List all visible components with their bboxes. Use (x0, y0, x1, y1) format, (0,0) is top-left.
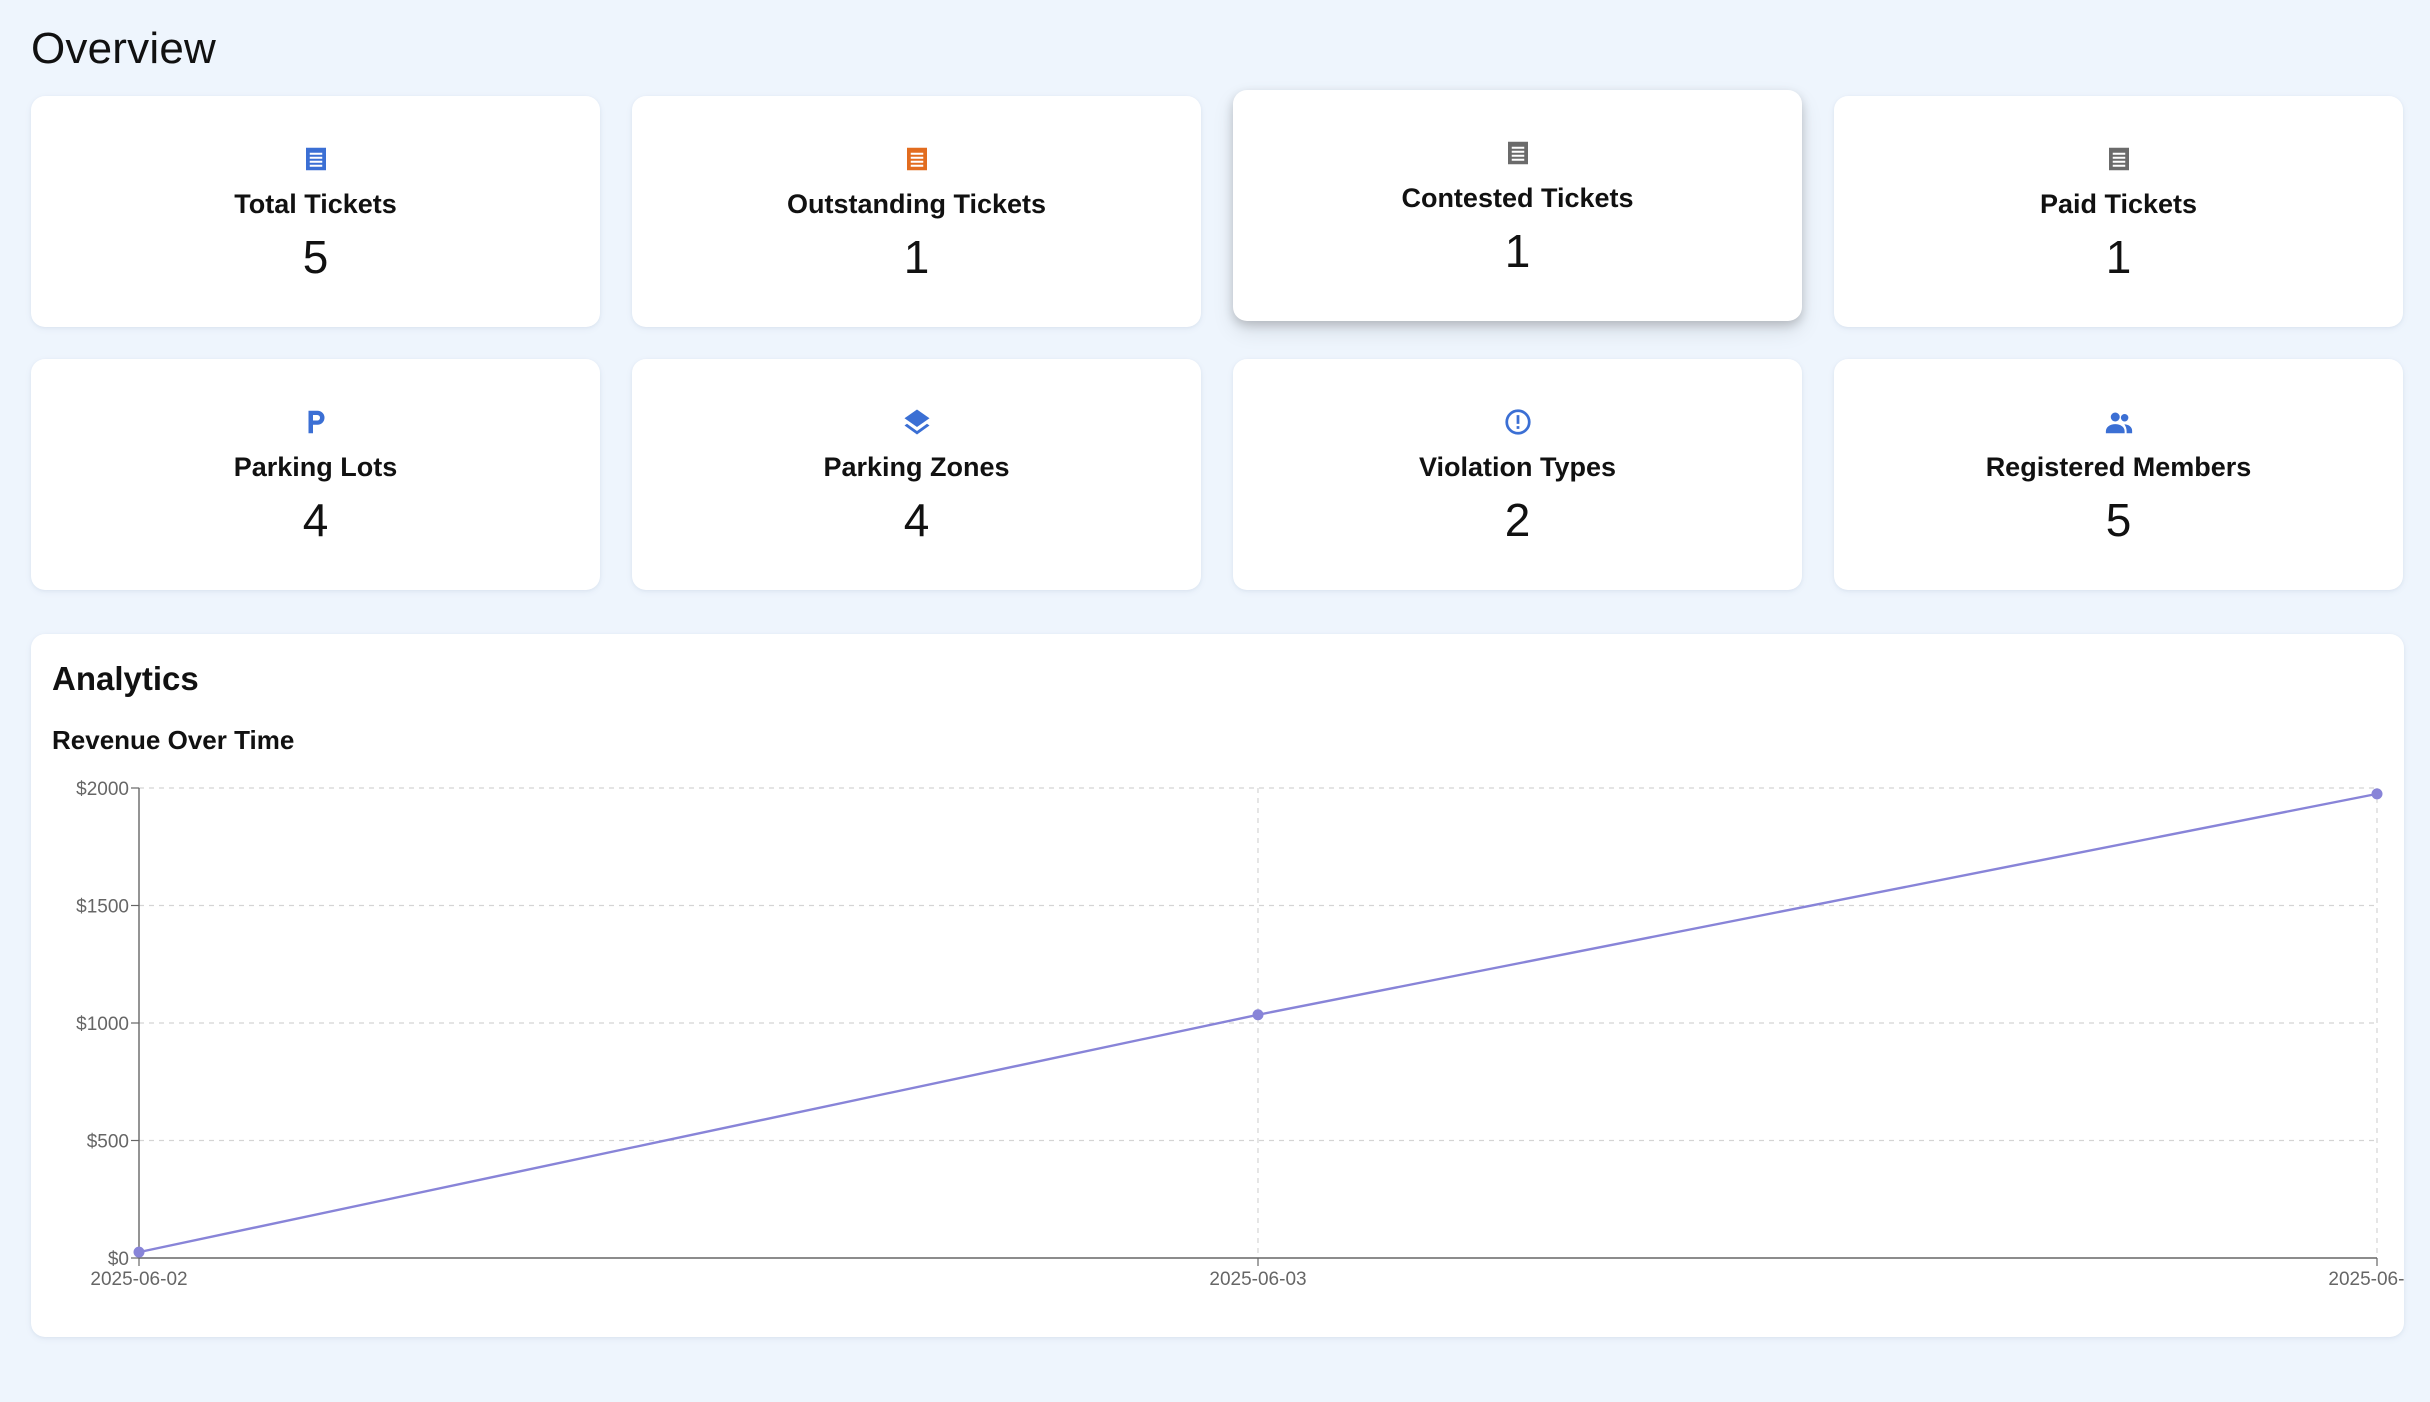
stat-value: 4 (302, 494, 329, 547)
stat-value: 2 (1504, 494, 1531, 547)
revenue-data-point (2371, 788, 2383, 800)
stat-label: Outstanding Tickets (786, 189, 1047, 219)
stat-card-parking-zones[interactable]: Parking Zones 4 (632, 359, 1201, 590)
people-icon (2102, 405, 2136, 439)
y-tick-label: $1500 (76, 897, 129, 918)
receipt-icon (900, 142, 934, 176)
stat-label: Parking Lots (233, 452, 398, 482)
y-tick-label: $0 (108, 1249, 129, 1270)
analytics-panel: Analytics Revenue Over Time $0 $500 $1000 $… (31, 634, 2404, 1337)
stat-label: Violation Types (1418, 452, 1617, 482)
stat-label: Parking Zones (823, 452, 1010, 482)
stat-value: 5 (2105, 494, 2132, 547)
x-tick-label: 2025-06-03 (1209, 1269, 1306, 1290)
revenue-line-chart: $0 $500 $1000 $1500 $2000 2025-06-02 2025-06-0… (76, 779, 2404, 1290)
stat-card-paid-tickets[interactable]: Paid Tickets 1 (1834, 96, 2403, 327)
y-tick-label: $1000 (76, 1014, 129, 1035)
stat-card-total-tickets[interactable]: Total Tickets 5 (31, 96, 600, 327)
alert-circle-icon (1501, 405, 1535, 439)
y-tick-label: $2000 (76, 779, 129, 800)
y-tick-label: $500 (87, 1132, 129, 1153)
stat-label: Paid Tickets (2039, 189, 2198, 219)
revenue-data-point (1252, 1009, 1264, 1021)
stats-grid: Total Tickets 5 Outstanding Tickets 1 Co… (31, 90, 2404, 590)
stat-label: Registered Members (1985, 452, 2252, 482)
receipt-icon (1501, 136, 1535, 170)
x-tick-label: 2025-06-02 (90, 1269, 187, 1290)
stat-value: 1 (2105, 231, 2132, 284)
parking-icon (299, 405, 333, 439)
receipt-icon (2102, 142, 2136, 176)
stat-value: 1 (1504, 225, 1531, 278)
stat-label: Total Tickets (234, 189, 397, 219)
stat-label: Contested Tickets (1401, 183, 1634, 213)
stat-value: 4 (903, 494, 930, 547)
stat-card-registered-members[interactable]: Registered Members 5 (1834, 359, 2403, 590)
stat-value: 5 (302, 231, 329, 284)
layers-icon (900, 405, 934, 439)
dashboard-page: Overview Total Tickets 5 Outstanding Tic… (0, 0, 2430, 1402)
stat-card-violation-types[interactable]: Violation Types 2 (1233, 359, 1802, 590)
page-title: Overview (31, 24, 216, 73)
revenue-data-point (133, 1246, 145, 1258)
stat-value: 1 (903, 231, 930, 284)
stat-card-parking-lots[interactable]: Parking Lots 4 (31, 359, 600, 590)
stat-card-outstanding-tickets[interactable]: Outstanding Tickets 1 (632, 96, 1201, 327)
x-tick-label: 2025-06-04 (2328, 1269, 2404, 1290)
receipt-icon (299, 142, 333, 176)
stat-card-contested-tickets[interactable]: Contested Tickets 1 (1233, 90, 1802, 321)
